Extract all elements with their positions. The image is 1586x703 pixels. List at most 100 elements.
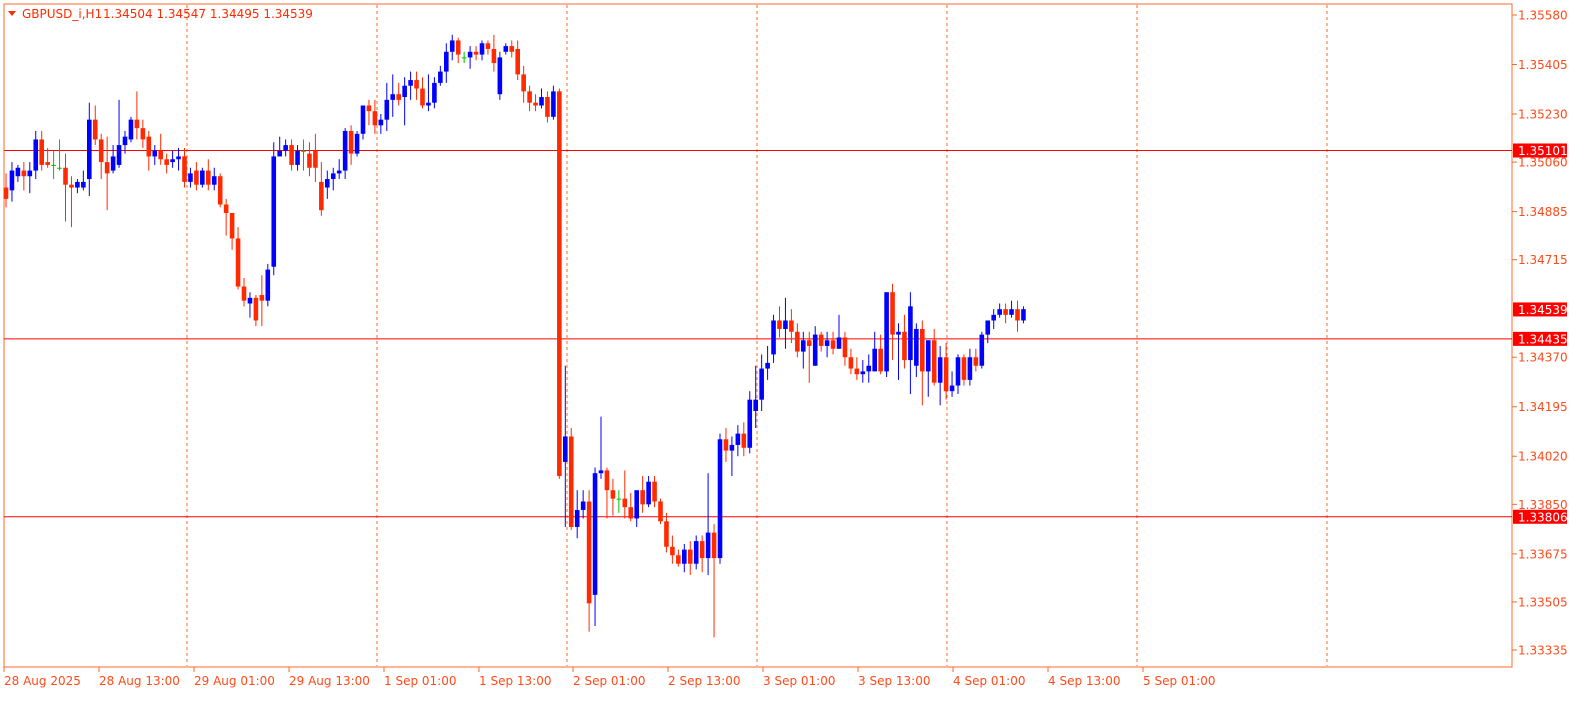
candle-body [747,399,753,448]
candle-body [283,145,288,151]
candle-body [313,150,318,168]
candle-body [634,490,639,519]
candle-body [408,80,413,86]
candle-body [783,320,788,329]
candle-body [241,286,247,301]
candle-body [75,181,80,188]
candle-body [967,357,973,380]
candle-body [557,91,562,477]
candle-body [812,334,818,366]
candle-body [104,162,110,174]
candle-body [735,433,741,445]
y-tick-label: 1.35405 [1518,58,1568,72]
candle-body [211,176,217,185]
candle-body [937,357,943,383]
chart-header: GBPUSD_i,H1 1.34504 1.34547 1.34495 1.34… [8,7,313,21]
candle-body [866,365,872,372]
candle-body [414,80,419,89]
y-tick-label: 1.33335 [1518,644,1568,658]
candle-body [753,399,758,411]
candle-body [521,74,526,92]
candle-body [795,331,800,352]
candle-body [479,43,485,55]
candle-body [860,371,866,375]
candle-body [182,156,187,182]
time-axis: 28 Aug 2025 28 Aug 13:00 29 Aug 01:00 29 Au… [3,667,1215,688]
x-tick-label: 2 Sep 13:00 [668,674,740,688]
y-tick-label: 1.33675 [1518,547,1568,561]
candlestick-chart[interactable]: 1.355801.354051.352301.350601.348851.347… [0,0,1586,703]
candle-body [152,150,158,157]
candle-body [842,337,848,358]
candle-body [563,436,568,462]
y-tick-label: 1.34195 [1518,400,1568,414]
symbol-label: GBPUSD_i,H1 [22,7,102,21]
candle-body [247,297,253,304]
y-tick-label: 1.35580 [1518,9,1568,23]
candle-body [854,368,860,375]
candle-body [699,541,705,559]
candle-body [92,119,98,140]
candle-body [336,170,342,174]
candle-body [551,91,556,117]
x-tick-label: 29 Aug 01:00 [194,674,275,688]
candle-body [33,139,39,171]
candle-body [997,309,1002,315]
candle-body [943,357,949,392]
candle-body [878,348,883,372]
candle-body [146,136,152,157]
candle-body [848,357,854,369]
candle-body [646,481,651,505]
x-tick-label: 29 Aug 13:00 [289,674,370,688]
candle-body [384,99,390,120]
candle-body [366,105,372,112]
candle-body [836,337,842,349]
candle-body [574,509,580,527]
candle-body [824,340,830,346]
x-tick-label: 4 Sep 01:00 [953,674,1025,688]
x-tick-label: 4 Sep 13:00 [1048,674,1120,688]
candle-body [830,340,836,349]
candle-body [259,295,265,301]
candle-body [69,184,74,188]
candle-body [360,105,366,134]
candle-body [771,320,776,355]
candle-body [229,212,235,239]
candle-body [693,541,699,564]
candle-body [325,179,330,188]
x-tick-label: 28 Aug 2025 [4,674,81,688]
candle-body [158,150,163,160]
candle-body [640,490,645,505]
x-tick-label: 3 Sep 01:00 [763,674,835,688]
candle-body [27,170,33,177]
candle-body [687,549,693,564]
candle-body [765,362,770,369]
candle-body [449,40,455,52]
candle-body [925,340,931,372]
candle-body [194,170,199,185]
candle-body [200,170,205,185]
candle-body [265,269,271,301]
candle-body [729,444,735,451]
price-label-text: 1.35101 [1518,144,1568,158]
candle-body [652,481,657,502]
candle-body [818,334,824,346]
plot-area [3,3,1513,668]
candle-body [45,162,50,165]
candle-body [503,46,509,52]
candle-body [271,156,277,267]
candle-body [348,130,354,154]
candle-body [515,48,520,75]
candle-body [87,119,92,180]
candle-body [723,439,729,451]
candle-body [116,145,122,165]
candle-body [140,128,146,140]
candle-body [497,57,503,95]
x-tick-label: 1 Sep 01:00 [384,674,456,688]
candle-body [973,357,979,366]
candle-body [170,159,175,163]
candle-body [51,164,56,166]
candle-body [931,340,937,383]
candle-body [741,433,747,448]
y-tick-label: 1.34020 [1518,450,1568,464]
